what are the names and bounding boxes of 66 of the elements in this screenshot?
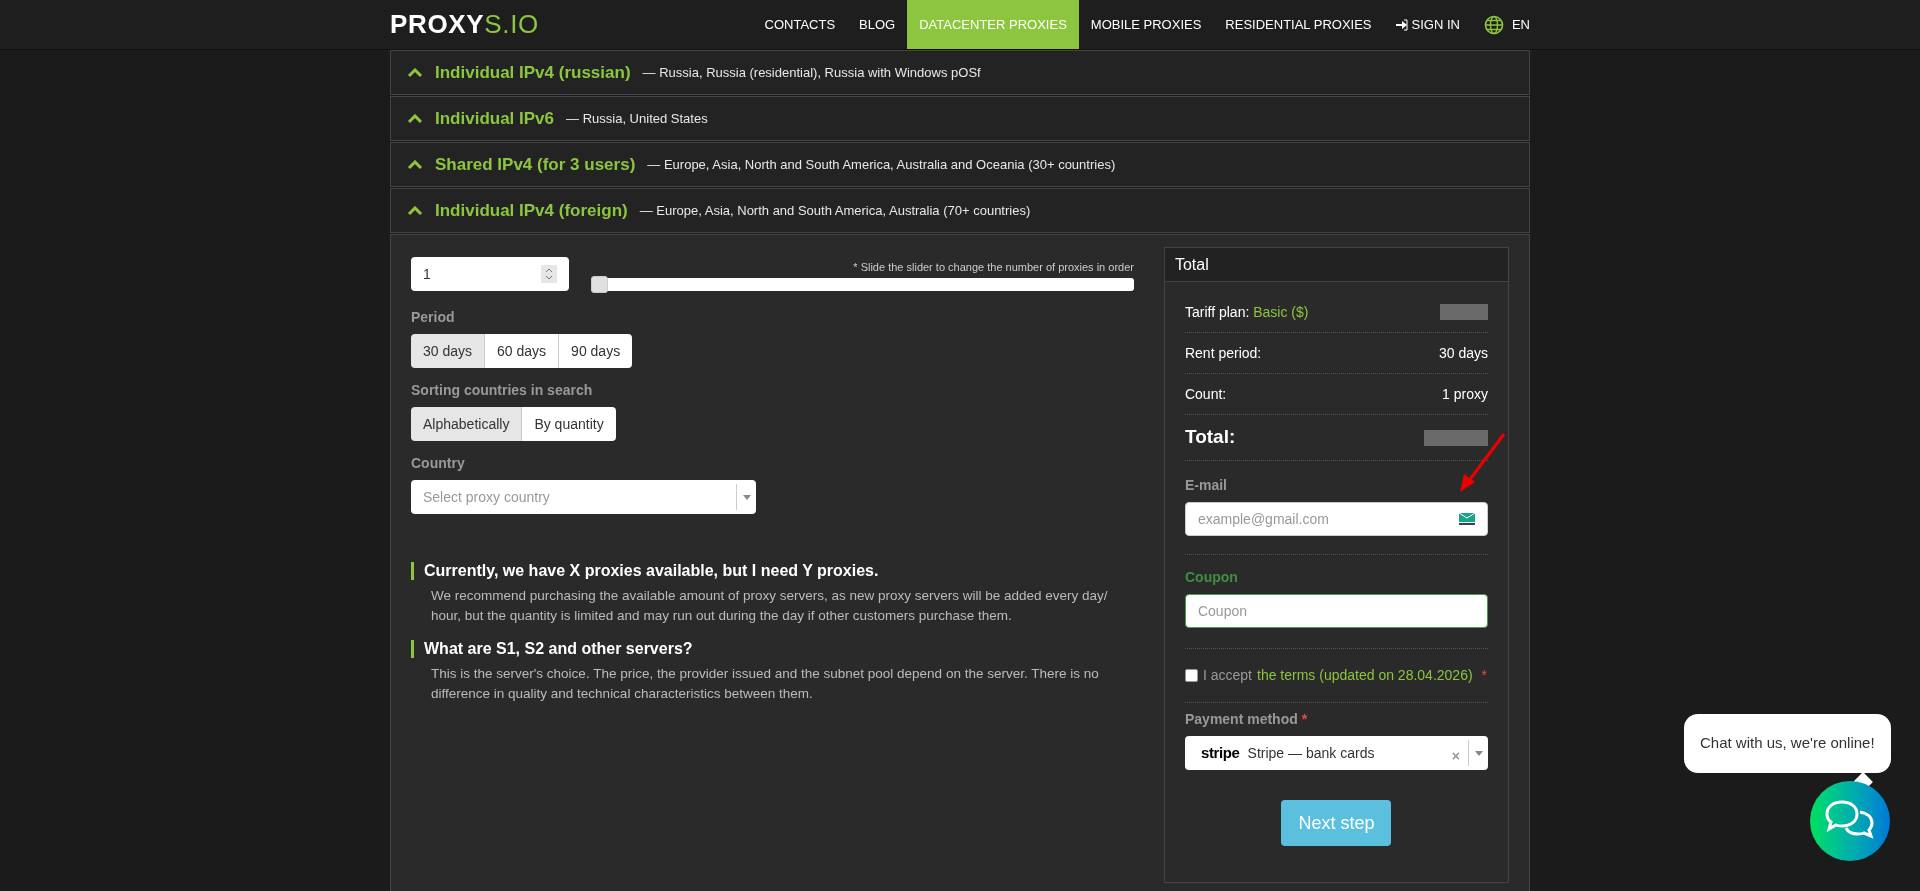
redacted-price	[1440, 304, 1488, 320]
required-mark: *	[1481, 666, 1488, 685]
summary-label: Count:	[1184, 384, 1227, 404]
chat-bubble: Chat with us, we're online!	[1684, 714, 1891, 773]
category-row[interactable]: Shared IPv4 (for 3 users) — Europe, Asia, North and South America, Australia and Oceania (30+ countries)	[390, 142, 1530, 187]
site-logo[interactable]: PROXYS.IO	[390, 5, 539, 44]
category-description: — Europe, Asia, North and South America, Australia and Oceania (30+ countries)	[647, 155, 1116, 174]
quantity-field[interactable]: 1	[411, 257, 569, 291]
country-label: Country	[411, 454, 466, 473]
category-title: Individual IPv4 (foreign)	[435, 199, 628, 222]
category-row[interactable]: Individual IPv4 (foreign) — Europe, Asia, North and South America, Australia (70+ countries)	[390, 188, 1530, 233]
summary-label: Rent period:	[1184, 343, 1262, 363]
spinner-icon	[541, 265, 557, 283]
faq-question: Currently, we have X proxies available, but I need Y proxies.	[411, 562, 1134, 580]
terms-text: I accept	[1202, 666, 1252, 685]
category-description: — Russia, United States	[566, 109, 708, 128]
stripe-logo: stripe	[1200, 742, 1240, 763]
summary-value: 1 proxy	[1442, 384, 1488, 404]
plan-label: Tariff plan: Basic ($)	[1184, 302, 1309, 322]
sorting-label: Sorting countries in search	[411, 381, 594, 400]
faq-answer: We recommend purchasing the available amount of proxy servers, as new proxy servers will be added every day/ hour, but the quantity is limited and may run out during the day if other customers purchase them.	[430, 587, 1109, 625]
period-option[interactable]: 30 days	[411, 334, 486, 368]
category-title: Individual IPv6	[435, 107, 555, 130]
email-label: E-mail	[1184, 476, 1228, 495]
required-mark: *	[1301, 710, 1308, 729]
dropdown-caret-icon	[1474, 750, 1483, 756]
summary-value: 30 days	[1438, 343, 1488, 363]
sign-in-icon	[1395, 18, 1408, 31]
faq-question: What are S1, S2 and other servers?	[411, 640, 1134, 658]
payment-select[interactable]: stripe Stripe — bank cards ×	[1184, 736, 1488, 770]
period-option[interactable]: 90 days	[559, 334, 633, 368]
annotation-arrow	[1458, 432, 1506, 494]
sign-in-link[interactable]: SIGN IN	[1383, 0, 1472, 49]
sorting-option[interactable]: By quantity	[522, 407, 616, 441]
total-label: Total:	[1184, 425, 1236, 450]
slider-hint: * Slide the slider to change the number of proxies in order	[853, 259, 1134, 275]
total-header: Total	[1164, 248, 1508, 282]
envelope-icon	[1459, 513, 1475, 525]
coupon-label: Coupon	[1184, 568, 1239, 587]
language-selector[interactable]: EN	[1483, 14, 1530, 35]
payment-label: Payment method	[1184, 710, 1298, 729]
quantity-slider[interactable]	[591, 278, 1134, 291]
chevron-up-icon	[407, 67, 423, 78]
chevron-up-icon	[407, 113, 423, 124]
period-option[interactable]: 60 days	[485, 334, 560, 368]
terms-checkbox[interactable]	[1184, 669, 1198, 682]
nav-link[interactable]: RESIDENTIAL PROXIES	[1213, 0, 1384, 49]
nav-link[interactable]: BLOG	[847, 0, 908, 49]
faq-answer: This is the server's choice. The price, the provider issued and the subnet pool depend on the server. There is no difference in quality and technical characteristics between them.	[430, 665, 1100, 703]
category-row[interactable]: Individual IPv6 — Russia, United States	[390, 96, 1530, 141]
terms-link[interactable]: the terms (updated on 28.04.2026)	[1257, 665, 1473, 686]
nav-link[interactable]: CONTACTS	[752, 0, 848, 49]
period-label: Period	[411, 308, 456, 327]
slider-thumb[interactable]	[591, 276, 608, 293]
chevron-up-icon	[407, 205, 423, 216]
nav-link[interactable]: MOBILE PROXIES	[1078, 0, 1214, 49]
sorting-option[interactable]: Alphabetically	[411, 407, 523, 441]
category-title: Individual IPv4 (russian)	[435, 61, 631, 84]
dropdown-caret-icon	[742, 494, 751, 500]
globe-icon	[1483, 14, 1504, 35]
category-description: — Russia, Russia (residential), Russia with Windows pOSf	[642, 63, 981, 82]
category-description: — Europe, Asia, North and South America, Australia (70+ countries)	[639, 201, 1031, 220]
category-row[interactable]: Individual IPv4 (russian) — Russia, Russia (residential), Russia with Windows pOSf	[390, 50, 1530, 95]
category-title: Shared IPv4 (for 3 users)	[435, 153, 636, 176]
chevron-up-icon	[407, 159, 423, 170]
redacted-price	[1424, 429, 1488, 446]
